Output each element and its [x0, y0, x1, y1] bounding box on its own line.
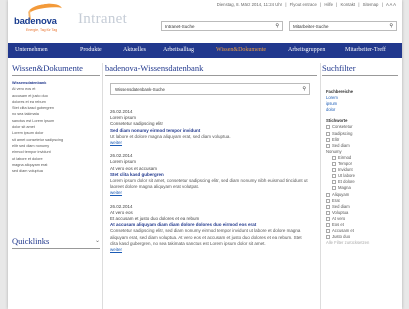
page-title: badenova-Wissensdatenbank — [105, 63, 317, 76]
logo-tagline: Energie, Tag für Tag — [26, 28, 58, 32]
nav-arbeitsgruppen[interactable]: Arbeitsgruppen — [288, 47, 325, 53]
main-content: badenova-Wissensdatenbank Wissensdatenba… — [105, 63, 317, 252]
sidebar-item[interactable]: sed diam voluptua — [12, 168, 100, 174]
top-links: Dienstag, 8. März 2014, 11:24 Uhr | Flyo… — [216, 2, 396, 7]
nav-aktuelles[interactable]: Aktuelles — [123, 47, 146, 53]
list-item: 26.02.2014 Lorem ipsum Consetetur sadips… — [110, 109, 310, 146]
more-link[interactable]: weiter — [110, 140, 310, 146]
nav-unternehmen[interactable]: Unternehmen — [15, 47, 48, 53]
sidebar-list: Wissensdatenbank At vero eos et accusam … — [12, 80, 100, 174]
list-item: 26.02.2014 Lorem ipsum At vero eos et ac… — [110, 153, 310, 196]
top-bar: badenova Energie, Tag für Tag Intranet D… — [8, 0, 402, 42]
knowledge-search-input[interactable]: Wissensdatenbank-Suche ⚲ — [110, 83, 310, 95]
sidebar: Wissen&Dokumente Wissensdatenbank At ver… — [12, 63, 100, 174]
contact-link[interactable]: Kontakt — [341, 2, 356, 7]
more-link[interactable]: weiter — [110, 190, 310, 196]
filter-panel: Suchfilter Fachbereiche Lorem ipsum dolo… — [322, 63, 398, 245]
divider — [320, 63, 321, 309]
font-size-toggle[interactable]: A A A — [386, 2, 396, 7]
entry-list: 26.02.2014 Lorem ipsum Consetetur sadips… — [110, 109, 310, 260]
divider — [102, 63, 103, 309]
reset-filters-link[interactable]: Alle Filter zurücksetzen — [326, 240, 396, 246]
nav-mitarbeiter-treff[interactable]: Mitarbeiter-Treff — [345, 47, 386, 53]
search-icon[interactable]: ⚲ — [275, 23, 279, 29]
intranet-search-input[interactable]: Intranet-Suche ⚲ — [161, 21, 283, 31]
more-link[interactable]: weiter — [110, 247, 310, 253]
employee-search-input[interactable]: Mitarbeiter-Suche ⚲ — [289, 21, 397, 31]
nav-wissen-dokumente[interactable]: Wissen&Dokumente — [216, 47, 266, 53]
logo-text: badenova — [14, 16, 57, 27]
nav-arbeitsalltag[interactable]: Arbeitsalltag — [163, 47, 194, 53]
list-item: 26.02.2014 At vero eos Et accusam et jus… — [110, 204, 310, 254]
nav-produkte[interactable]: Produkte — [80, 47, 102, 53]
date-time: Dienstag, 8. März 2014, 11:24 Uhr — [216, 2, 283, 7]
intranet-title: Intranet — [78, 11, 128, 27]
search-icon[interactable]: ⚲ — [389, 23, 393, 29]
badenova-logo[interactable]: badenova Energie, Tag für Tag — [14, 1, 74, 34]
sitemap-link[interactable]: Sitemap — [363, 2, 379, 7]
page: badenova Energie, Tag für Tag Intranet D… — [8, 0, 402, 309]
quicklinks-toggle[interactable]: Quicklinks ⌄ — [12, 236, 100, 249]
entry-body: Lorem ipsum dolor sit amet, consetetur s… — [110, 178, 308, 190]
filter-link[interactable]: dolor — [326, 107, 396, 113]
help-link[interactable]: Hilfe — [324, 2, 333, 7]
filter-list: Fachbereiche Lorem ipsum dolor Stichwort… — [326, 89, 396, 246]
search-icon[interactable]: ⚲ — [302, 86, 306, 92]
main-nav: Unternehmen Produkte Aktuelles Arbeitsal… — [8, 43, 402, 58]
flyout-link[interactable]: Flyout entrace — [290, 2, 317, 7]
entry-body: Consetetur sadipscing elitr, sed diam no… — [110, 228, 302, 246]
sidebar-title: Wissen&Dokumente — [12, 63, 100, 76]
chevron-down-icon: ⌄ — [94, 238, 100, 244]
filter-title: Suchfilter — [322, 63, 398, 76]
